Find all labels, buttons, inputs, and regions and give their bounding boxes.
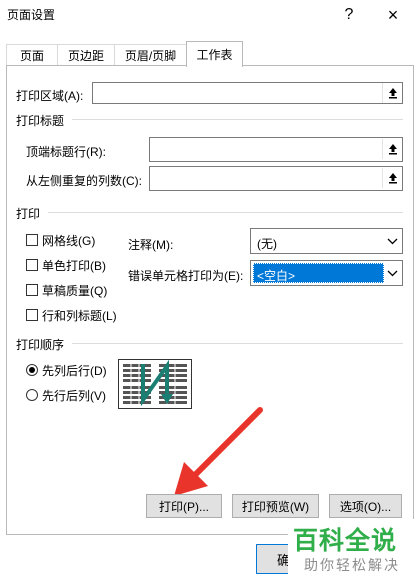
dialog-title: 页面设置 [7, 8, 56, 22]
cell-errors-value: <空白> [257, 269, 296, 283]
chevron-down-icon [382, 229, 402, 253]
cell-errors-label: 错误单元格打印为(E): [128, 269, 244, 283]
print-button[interactable]: 打印(P)... [146, 494, 222, 518]
comments-label: 注释(M): [128, 238, 174, 252]
print-area-label: 打印区域(A): [16, 89, 84, 103]
cols-to-repeat-input[interactable] [149, 166, 403, 191]
tab-margins[interactable]: 页边距 [57, 44, 115, 65]
tab-sheet[interactable]: 工作表 [186, 41, 243, 67]
selected-value-highlight: <空白> [253, 263, 384, 283]
watermark-title: 百科全说 [293, 527, 398, 555]
collapse-range-icon[interactable] [382, 168, 402, 188]
cell-errors-select[interactable]: <空白> [250, 260, 403, 286]
rows-to-repeat-label: 顶端标题行(R): [26, 145, 106, 159]
draft-quality-checkbox[interactable] [26, 284, 38, 296]
rows-to-repeat-input[interactable] [149, 137, 403, 162]
black-and-white-checkbox[interactable] [26, 259, 38, 271]
section-divider [48, 212, 403, 213]
over-then-down-label: 先行后列(V) [42, 389, 106, 403]
print-area-input[interactable] [92, 82, 403, 104]
close-icon: × [387, 4, 399, 25]
chevron-down-icon [382, 261, 402, 285]
gridlines-label: 网格线(G) [42, 234, 96, 248]
section-divider [72, 119, 403, 120]
watermark-subtitle: 助你轻松解决 [304, 557, 400, 573]
down-then-over-label: 先列后行(D) [42, 364, 107, 378]
cols-to-repeat-label: 从左侧重复的列数(C): [26, 174, 142, 188]
row-col-headings-checkbox[interactable] [26, 309, 38, 321]
collapse-range-icon[interactable] [382, 83, 402, 103]
comments-value: (无) [257, 237, 277, 251]
radio-dot [29, 367, 35, 373]
gridlines-checkbox[interactable] [26, 234, 38, 246]
help-button[interactable]: ? [332, 0, 366, 30]
page-order-preview-icon [118, 359, 192, 409]
tab-page[interactable]: 页面 [6, 44, 58, 65]
help-icon: ? [344, 6, 354, 23]
page-order-heading: 打印顺序 [16, 338, 65, 352]
watermark-logo: 百科全说 助你轻松解决 [288, 519, 419, 583]
print-titles-heading: 打印标题 [16, 114, 65, 128]
down-then-over-radio[interactable] [26, 364, 38, 376]
close-button[interactable]: × [376, 0, 410, 30]
tab-header-footer[interactable]: 页眉/页脚 [114, 44, 187, 65]
over-then-down-radio[interactable] [26, 389, 38, 401]
comments-select[interactable]: (无) [250, 228, 403, 254]
row-col-headings-label: 行和列标题(L) [42, 309, 117, 323]
red-annotation-arrow [174, 407, 263, 496]
draft-quality-label: 草稿质量(Q) [42, 284, 108, 298]
black-and-white-label: 单色打印(B) [42, 259, 106, 273]
options-button[interactable]: 选项(O)... [329, 494, 402, 518]
collapse-range-icon[interactable] [382, 139, 402, 159]
print-heading: 打印 [16, 207, 41, 221]
section-divider [72, 343, 403, 344]
print-preview-button[interactable]: 打印预览(W) [232, 494, 319, 518]
